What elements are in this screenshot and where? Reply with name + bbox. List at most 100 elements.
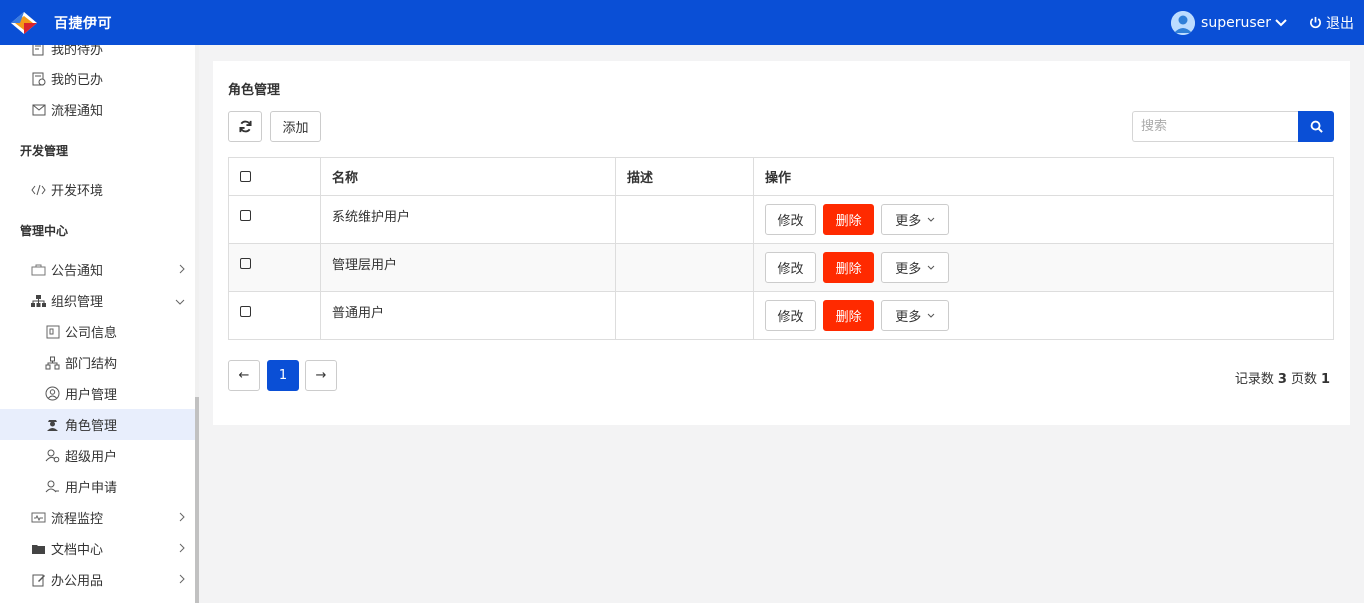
edit-button[interactable]: 修改 xyxy=(765,204,816,235)
records-label: 记录数 xyxy=(1234,372,1274,387)
delete-button[interactable]: 删除 xyxy=(823,300,875,331)
row-select-cell xyxy=(228,195,321,244)
select-all-checkbox[interactable] xyxy=(240,171,251,182)
sidebar-item-notice[interactable]: 公告通知 xyxy=(0,254,195,285)
row-select-cell xyxy=(228,243,321,292)
pages-count: 1 xyxy=(1320,372,1330,387)
chevron-down-icon xyxy=(175,294,185,309)
sidebar-item-company[interactable]: 公司信息 xyxy=(0,316,195,347)
row-actions: 修改 删除 更多 xyxy=(753,243,1334,292)
user-apply-icon xyxy=(45,479,60,494)
select-all-cell xyxy=(228,157,321,196)
role-name: 系统维护用户 xyxy=(320,195,616,244)
sidebar-item-org[interactable]: 组织管理 xyxy=(0,285,195,316)
role-desc xyxy=(615,195,754,244)
mail-icon xyxy=(31,102,46,117)
more-dropdown[interactable]: 更多 xyxy=(881,204,950,235)
pages-label: 页数 xyxy=(1290,372,1317,387)
row-checkbox[interactable] xyxy=(240,306,251,317)
more-dropdown[interactable]: 更多 xyxy=(881,252,950,283)
sidebar-item-label: 流程通知 xyxy=(51,104,104,119)
add-button[interactable]: 添加 xyxy=(270,111,321,142)
code-icon xyxy=(31,182,46,197)
search-icon xyxy=(1310,120,1323,133)
sidebar-item-flow-notice[interactable]: 流程通知 xyxy=(0,94,195,125)
page-title: 角色管理 xyxy=(228,83,281,98)
sidebar-item-department[interactable]: 部门结构 xyxy=(0,347,195,378)
chevron-down-icon xyxy=(927,265,935,270)
row-checkbox[interactable] xyxy=(240,258,251,269)
search-button[interactable] xyxy=(1298,111,1334,142)
monitor-icon xyxy=(31,510,46,525)
sidebar-item-label: 开发环境 xyxy=(51,184,104,199)
row-checkbox[interactable] xyxy=(240,210,251,221)
edit-button[interactable]: 修改 xyxy=(765,252,816,283)
chevron-right-icon xyxy=(179,542,185,557)
sidebar-item-label: 我的已办 xyxy=(51,73,104,88)
delete-button[interactable]: 删除 xyxy=(823,252,875,283)
top-header: 百捷伊可 superuser 退出 xyxy=(0,0,1364,45)
sidebar-item-office[interactable]: 办公用品 xyxy=(0,564,195,595)
sidebar-item-label: 我的待办 xyxy=(51,45,104,58)
refresh-button[interactable] xyxy=(228,111,262,142)
sidebar-item-flow-monitor[interactable]: 流程监控 xyxy=(0,502,195,533)
chevron-down-icon[interactable] xyxy=(1275,18,1287,27)
brand-name: 百捷伊可 xyxy=(54,15,112,32)
sidebar: 我的待办 我的已办 流程通知 开发管理 开发环境 管理中心 公告通知 组织管理 xyxy=(0,45,195,603)
main-panel: 角色管理 添加 名称 描述 操作 系统维护用户 xyxy=(213,61,1350,425)
sidebar-scrollbar-thumb[interactable] xyxy=(195,397,199,603)
sidebar-item-super-user[interactable]: 超级用户 xyxy=(0,440,195,471)
table-row: 系统维护用户 修改 删除 更多 xyxy=(228,195,1334,244)
chevron-right-icon xyxy=(179,263,185,278)
avatar[interactable] xyxy=(1171,10,1196,35)
edit-icon xyxy=(31,572,46,587)
col-actions: 操作 xyxy=(753,157,1334,196)
sidebar-item-todo[interactable]: 我的待办 xyxy=(0,45,195,64)
role-name: 管理层用户 xyxy=(320,243,616,292)
done-list-icon xyxy=(31,71,46,86)
chevron-down-icon xyxy=(927,313,935,318)
role-name: 普通用户 xyxy=(320,291,616,340)
sidebar-item-user-apply[interactable]: 用户申请 xyxy=(0,471,195,502)
sidebar-item-label: 公司信息 xyxy=(65,326,118,341)
org-tree-icon xyxy=(31,293,46,308)
sidebar-item-label: 角色管理 xyxy=(65,419,118,434)
sidebar-item-label: 超级用户 xyxy=(65,450,118,465)
todo-list-icon xyxy=(31,45,46,56)
more-dropdown[interactable]: 更多 xyxy=(881,300,950,331)
page-1-button[interactable]: 1 xyxy=(267,360,299,391)
sidebar-item-label: 部门结构 xyxy=(65,357,118,372)
refresh-icon xyxy=(238,120,252,133)
prev-page-button[interactable]: ← xyxy=(228,360,260,391)
next-page-button[interactable]: → xyxy=(305,360,337,391)
search-input[interactable] xyxy=(1132,111,1299,142)
sidebar-item-label: 办公用品 xyxy=(51,574,104,589)
power-icon xyxy=(1310,16,1321,29)
logout-button[interactable]: 退出 xyxy=(1309,13,1354,33)
more-label: 更多 xyxy=(895,262,922,277)
col-name[interactable]: 名称 xyxy=(320,157,616,196)
sidebar-item-label: 用户申请 xyxy=(65,481,118,496)
more-label: 更多 xyxy=(895,214,922,229)
app-logo[interactable] xyxy=(9,8,39,38)
sidebar-item-docs[interactable]: 文档中心 xyxy=(0,533,195,564)
chevron-right-icon xyxy=(179,573,185,588)
sidebar-item-dev-env[interactable]: 开发环境 xyxy=(0,174,195,205)
sidebar-item-done[interactable]: 我的已办 xyxy=(0,63,195,94)
row-actions: 修改 删除 更多 xyxy=(753,195,1334,244)
edit-button[interactable]: 修改 xyxy=(765,300,816,331)
sidebar-scrollbar[interactable] xyxy=(195,45,199,603)
role-desc xyxy=(615,291,754,340)
logout-label: 退出 xyxy=(1326,15,1354,32)
sidebar-item-roles[interactable]: 角色管理 xyxy=(0,409,195,440)
chevron-right-icon xyxy=(179,511,185,526)
department-icon xyxy=(45,355,60,370)
sidebar-item-label: 公告通知 xyxy=(51,264,104,279)
role-desc xyxy=(615,243,754,292)
sidebar-item-label: 组织管理 xyxy=(51,295,104,310)
col-desc[interactable]: 描述 xyxy=(615,157,754,196)
company-icon xyxy=(45,324,60,339)
delete-button[interactable]: 删除 xyxy=(823,204,875,235)
sidebar-item-users[interactable]: 用户管理 xyxy=(0,378,195,409)
username[interactable]: superuser xyxy=(1201,15,1271,31)
